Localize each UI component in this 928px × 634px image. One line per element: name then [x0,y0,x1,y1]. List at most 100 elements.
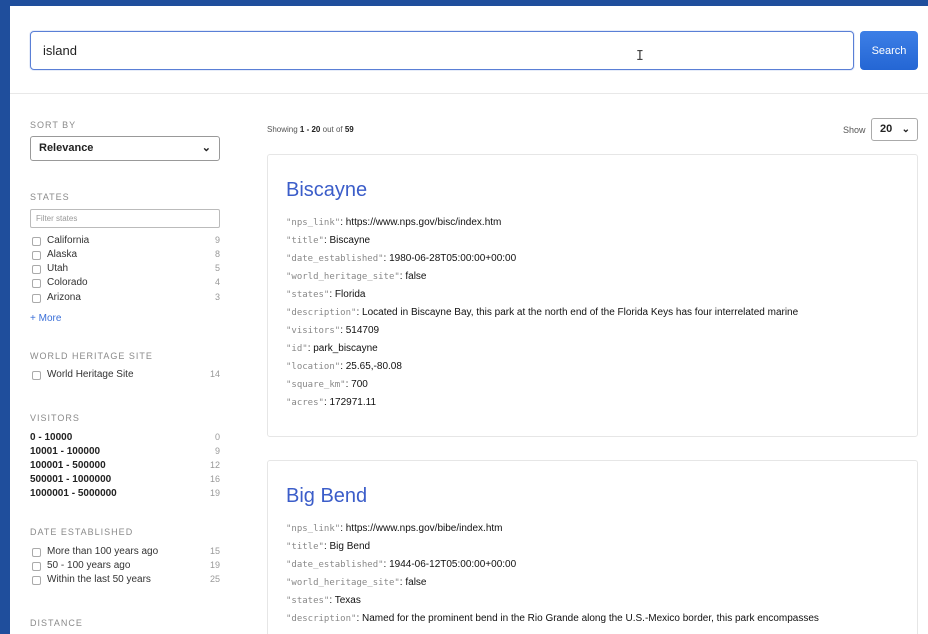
result-field: "states": Florida [286,289,366,300]
visitors-range-item[interactable]: 1000001 - 5000000 19 [30,488,220,502]
result-field: "date_established": 1944-06-12T05:00:00+… [286,559,517,570]
result-field: "acres": 172971.11 [286,397,377,408]
app-frame: I Search SORT BY Relevance ⌄ STATES Cali… [10,6,928,634]
result-field: "id": park_biscayne [286,343,378,354]
state-facet-alaska[interactable]: Alaska 8 [30,249,220,263]
world-heritage-facet[interactable]: World Heritage Site 14 [30,369,220,383]
result-field: "world_heritage_site": false [286,271,427,282]
checkbox[interactable] [32,279,41,288]
checkbox[interactable] [32,576,41,585]
facet-count: 15 [209,546,220,556]
result-title-link[interactable]: Big Bend [286,485,367,508]
facet-label: 10001 - 100000 [30,446,101,457]
facet-label: Arizona [47,292,81,303]
state-facet-arizona[interactable]: Arizona 3 [30,292,220,306]
results-summary: Showing 1 - 20 out of 59 [267,125,354,134]
field-key: "acres" [286,398,324,408]
checkbox[interactable] [32,237,41,246]
field-value: 514709 [345,325,380,336]
result-card: Biscayne "nps_link": https://www.nps.gov… [267,154,918,437]
field-key: "world_heritage_site" [286,578,400,588]
facet-label: World Heritage Site [47,369,134,380]
field-key: "description" [286,308,357,318]
field-key: "date_established" [286,254,384,264]
chevron-down-icon: ⌄ [901,124,910,135]
field-key: "id" [286,344,308,354]
result-field: "description": Named for the prominent b… [286,613,819,624]
result-title-link[interactable]: Biscayne [286,179,367,202]
date-facet-item[interactable]: More than 100 years ago 15 [30,546,220,560]
result-field: "states": Texas [286,595,361,606]
field-value: Located in Biscayne Bay, this park at th… [362,307,799,318]
checkbox[interactable] [32,294,41,303]
result-field: "title": Big Bend [286,541,371,552]
facet-count: 4 [214,277,220,287]
field-key: "description" [286,614,357,624]
states-more-link[interactable]: + More [30,313,61,324]
page-size-select[interactable]: 20 ⌄ [871,118,918,141]
field-value: Big Bend [329,541,371,552]
date-facet-item[interactable]: Within the last 50 years 25 [30,574,220,588]
field-value: false [405,577,427,588]
state-facet-california[interactable]: California 9 [30,235,220,249]
field-value: 700 [351,379,368,390]
visitors-range-item[interactable]: 10001 - 100000 9 [30,446,220,460]
field-value: https://www.nps.gov/bibe/index.htm [345,523,503,534]
facet-label: Within the last 50 years [47,574,151,585]
field-value: Biscayne [329,235,371,246]
facet-count: 0 [214,432,220,442]
facet-count: 16 [209,474,220,484]
text-cursor-icon: I [636,49,644,64]
search-input[interactable] [30,31,854,70]
date-facet-item[interactable]: 50 - 100 years ago 19 [30,560,220,574]
visitors-range-item[interactable]: 500001 - 1000000 16 [30,474,220,488]
facet-count: 19 [209,488,220,498]
field-value: park_biscayne [313,343,378,354]
checkbox[interactable] [32,371,41,380]
facet-count: 14 [209,369,220,379]
checkbox[interactable] [32,251,41,260]
page-size-value: 20 [880,123,893,135]
field-value: Texas [334,595,361,606]
summary-mid: out of [320,125,345,134]
field-key: "states" [286,596,330,606]
facet-label: California [47,235,90,246]
filter-states-input[interactable] [30,209,220,228]
sort-select[interactable]: Relevance ⌄ [30,136,220,161]
checkbox[interactable] [32,562,41,571]
chevron-down-icon: ⌄ [201,142,211,154]
search-button[interactable]: Search [860,31,918,70]
checkbox[interactable] [32,265,41,274]
field-key: "nps_link" [286,524,341,534]
facet-count: 25 [209,574,220,584]
state-facet-colorado[interactable]: Colorado 4 [30,277,220,291]
date-established-title: DATE ESTABLISHED [30,527,134,537]
facet-label: 500001 - 1000000 [30,474,112,485]
result-field: "square_km": 700 [286,379,368,390]
facet-count: 8 [214,249,220,259]
field-key: "world_heritage_site" [286,272,400,282]
field-value: 1980-06-28T05:00:00+00:00 [389,253,517,264]
field-value: Named for the prominent bend in the Rio … [362,613,819,624]
facet-label: 1000001 - 5000000 [30,488,117,499]
visitors-range-item[interactable]: 0 - 10000 0 [30,432,220,446]
sort-by-title: SORT BY [30,120,77,130]
checkbox[interactable] [32,548,41,557]
field-key: "visitors" [286,326,341,336]
result-field: "location": 25.65,-80.08 [286,361,402,372]
facet-label: More than 100 years ago [47,546,159,557]
field-key: "nps_link" [286,218,341,228]
field-key: "date_established" [286,560,384,570]
field-key: "square_km" [286,380,346,390]
field-value: https://www.nps.gov/bisc/index.htm [345,217,502,228]
facet-count: 9 [214,235,220,245]
sort-selected-value: Relevance [39,142,94,154]
distance-title: DISTANCE [30,618,83,628]
field-value: 25.65,-80.08 [345,361,402,372]
state-facet-utah[interactable]: Utah 5 [30,263,220,277]
result-field: "date_established": 1980-06-28T05:00:00+… [286,253,517,264]
visitors-range-item[interactable]: 100001 - 500000 12 [30,460,220,474]
search-header: I Search [10,6,928,94]
field-key: "title" [286,542,324,552]
page-size-label: Show [843,125,866,135]
